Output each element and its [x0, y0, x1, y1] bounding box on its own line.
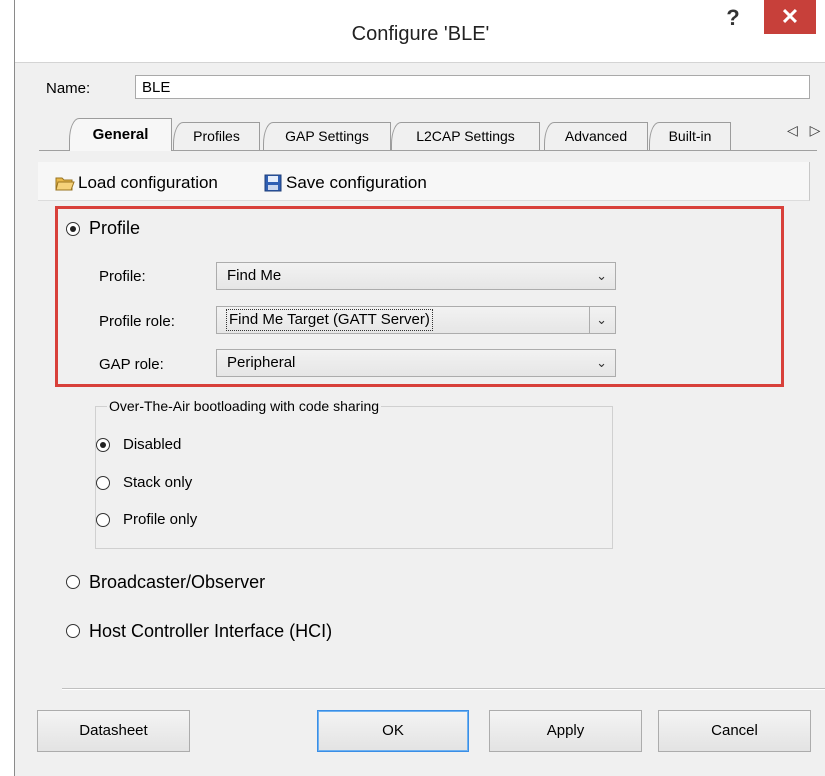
gap-role-value: Peripheral — [227, 354, 296, 371]
tab-profiles[interactable]: Profiles — [173, 122, 260, 150]
title-bar: Configure 'BLE' ? ✕ — [15, 0, 825, 63]
apply-button[interactable]: Apply — [489, 710, 642, 752]
tab-l2cap-settings[interactable]: L2CAP Settings — [391, 122, 540, 150]
ota-legend: Over-The-Air bootloading with code shari… — [107, 398, 382, 414]
load-configuration-button[interactable]: Load configuration — [55, 173, 218, 193]
tab-built-in[interactable]: Built-in — [649, 122, 731, 150]
gap-role-select[interactable]: Peripheral ⌄ — [216, 349, 616, 377]
tab-label: General — [92, 126, 149, 143]
help-button[interactable]: ? — [715, 3, 751, 33]
tab-label: Profiles — [193, 128, 240, 144]
tab-gap-settings[interactable]: GAP Settings — [263, 122, 391, 150]
tab-label: Advanced — [564, 128, 628, 144]
hci-label: Host Controller Interface (HCI) — [89, 621, 333, 641]
broadcaster-observer-radio[interactable] — [66, 575, 80, 589]
save-disk-icon — [264, 174, 282, 192]
save-configuration-label: Save configuration — [286, 173, 427, 192]
button-row-divider — [62, 688, 825, 690]
configure-dialog: Configure 'BLE' ? ✕ Name: General Profil… — [14, 0, 825, 776]
chevron-down-icon: ⌄ — [589, 307, 607, 333]
datasheet-button[interactable]: Datasheet — [37, 710, 190, 752]
profile-select[interactable]: Find Me ⌄ — [216, 262, 616, 290]
profile-select-value: Find Me — [227, 267, 282, 284]
name-input[interactable] — [135, 75, 810, 99]
save-configuration-button[interactable]: Save configuration — [263, 173, 427, 193]
ok-button[interactable]: OK — [317, 710, 469, 752]
cancel-button[interactable]: Cancel — [658, 710, 811, 752]
tab-label: GAP Settings — [285, 128, 369, 144]
ota-disabled-label: Disabled — [123, 436, 182, 453]
ota-profile-only-label: Profile only — [123, 511, 198, 528]
close-button[interactable]: ✕ — [764, 0, 816, 34]
ota-disabled-radio[interactable] — [96, 438, 110, 452]
profile-mode-label: Profile — [89, 218, 141, 238]
open-folder-icon — [55, 177, 75, 191]
gap-role-label: GAP role: — [99, 356, 164, 373]
tab-scroll-arrows[interactable]: ◁ ▷ — [787, 122, 824, 139]
chevron-down-icon: ⌄ — [596, 268, 607, 283]
hci-radio[interactable] — [66, 624, 80, 638]
chevron-down-icon: ⌄ — [596, 355, 607, 370]
profile-field-label: Profile: — [99, 268, 146, 285]
broadcaster-observer-label: Broadcaster/Observer — [89, 572, 266, 592]
profile-mode-radio[interactable] — [66, 222, 80, 236]
tab-label: Built-in — [668, 128, 712, 144]
profile-role-value: Find Me Target (GATT Server) — [226, 309, 433, 331]
ota-stack-only-radio[interactable] — [96, 476, 110, 490]
profile-role-select[interactable]: Find Me Target (GATT Server) ⌄ — [216, 306, 616, 334]
tab-general[interactable]: General — [69, 118, 172, 151]
dialog-title: Configure 'BLE' — [351, 23, 490, 45]
name-label: Name: — [46, 80, 91, 97]
ota-stack-only-label: Stack only — [123, 474, 193, 491]
tab-label: L2CAP Settings — [416, 128, 515, 144]
ota-profile-only-radio[interactable] — [96, 513, 110, 527]
load-configuration-label: Load configuration — [78, 173, 218, 192]
tab-advanced[interactable]: Advanced — [544, 122, 648, 150]
profile-role-label: Profile role: — [99, 313, 175, 330]
